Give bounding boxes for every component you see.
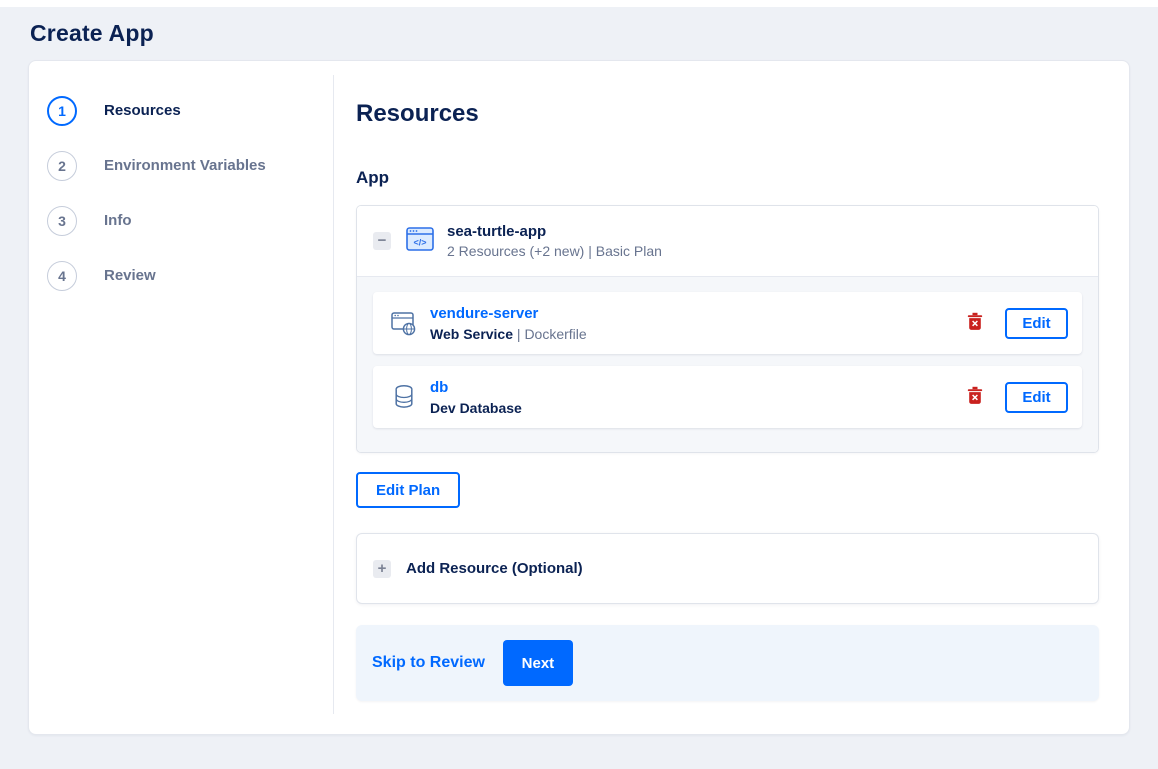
resource-text: db Dev Database — [430, 379, 522, 416]
app-section-label: App — [356, 168, 390, 187]
resource-name-link[interactable]: vendure-server — [430, 305, 538, 322]
resource-type: Web Service — [430, 325, 514, 342]
next-button[interactable]: Next — [502, 640, 573, 686]
resource-name-link[interactable]: db — [430, 379, 448, 396]
resource-row-db: db Dev Database Edit — [373, 366, 1082, 428]
stepper-item-info[interactable]: 3 Info — [29, 193, 334, 248]
step-number-badge: 3 — [47, 205, 77, 236]
page: Create App 1 Resources 2 Environment Var… — [0, 0, 1158, 769]
web-service-icon — [389, 310, 419, 336]
add-resource-label: Add Resource (Optional) — [406, 560, 583, 577]
app-group-card: − </> sea-turtle-app 2 Resources (+2 new… — [356, 205, 1099, 453]
resources-heading: Resources — [356, 100, 479, 127]
app-summary: 2 Resources (+2 new) | Basic Plan — [447, 243, 662, 259]
skip-to-review-link[interactable]: Skip to Review — [372, 654, 485, 672]
trash-icon — [967, 386, 983, 408]
plus-icon: + — [373, 559, 391, 578]
stepper-item-resources[interactable]: 1 Resources — [29, 83, 334, 138]
collapse-toggle-button[interactable]: − — [373, 232, 391, 250]
delete-resource-button[interactable] — [967, 386, 983, 408]
step-label: Review — [104, 267, 156, 284]
resource-subtitle: Web Service | Dockerfile — [430, 326, 587, 342]
step-label: Environment Variables — [104, 157, 266, 174]
resource-actions: Edit — [967, 381, 1068, 413]
add-resource-card[interactable]: + Add Resource (Optional) — [356, 533, 1099, 604]
step-label: Info — [104, 212, 132, 229]
trash-icon — [967, 312, 983, 334]
app-name: sea-turtle-app — [447, 223, 547, 240]
create-app-card: 1 Resources 2 Environment Variables 3 In… — [28, 60, 1130, 735]
resource-text: vendure-server Web Service | Dockerfile — [430, 305, 587, 342]
stepper: 1 Resources 2 Environment Variables 3 In… — [29, 61, 334, 734]
stepper-item-environment-variables[interactable]: 2 Environment Variables — [29, 138, 334, 193]
stepper-item-review[interactable]: 4 Review — [29, 248, 334, 303]
edit-resource-button[interactable]: Edit — [1005, 381, 1068, 413]
resource-list: vendure-server Web Service | Dockerfile — [357, 277, 1098, 452]
top-strip — [0, 0, 1158, 7]
step-label: Resources — [104, 102, 181, 119]
app-group-titles: sea-turtle-app 2 Resources (+2 new) | Ba… — [447, 223, 662, 259]
step-number-badge: 2 — [47, 150, 77, 181]
resource-subtitle: Dev Database — [430, 400, 522, 416]
app-group-header: − </> sea-turtle-app 2 Resources (+2 new… — [357, 206, 1098, 277]
step-number-badge: 4 — [47, 260, 77, 291]
resource-separator: | — [513, 325, 525, 342]
svg-text:</>: </> — [413, 237, 426, 247]
edit-resource-button[interactable]: Edit — [1005, 307, 1068, 339]
resource-actions: Edit — [967, 307, 1068, 339]
page-title: Create App — [30, 20, 154, 46]
minus-icon: − — [377, 232, 387, 249]
wizard-footer: Skip to Review Next — [356, 625, 1099, 701]
main-content: Resources App − </> sea-turtle-app 2 Res… — [334, 61, 1129, 734]
edit-plan-button[interactable]: Edit Plan — [356, 472, 461, 508]
step-number-badge: 1 — [47, 95, 77, 126]
resource-detail: Dockerfile — [524, 325, 587, 342]
resource-type: Dev Database — [430, 399, 522, 416]
app-window-code-icon: </> — [406, 226, 434, 256]
database-icon — [389, 384, 419, 410]
resource-row-vendure-server: vendure-server Web Service | Dockerfile — [373, 292, 1082, 354]
delete-resource-button[interactable] — [967, 312, 983, 334]
